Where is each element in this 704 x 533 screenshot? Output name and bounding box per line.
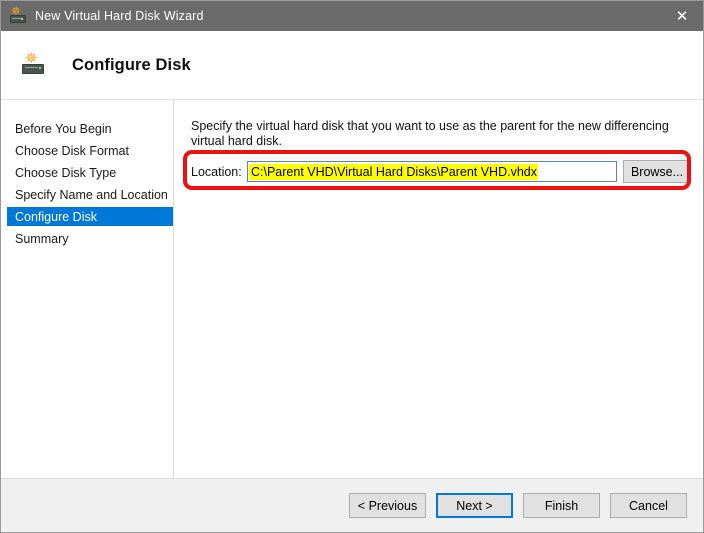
cancel-button[interactable]: Cancel bbox=[610, 493, 687, 518]
wizard-body: Before You Begin Choose Disk Format Choo… bbox=[1, 100, 703, 478]
location-input-value: C:\Parent VHD\Virtual Hard Disks\Parent … bbox=[249, 163, 538, 180]
starburst-icon: ✵ bbox=[25, 49, 38, 67]
disk-top-line-shape bbox=[25, 67, 38, 68]
virtual-hard-disk-icon: ✵ bbox=[10, 5, 26, 24]
sidebar-item-choose-disk-type[interactable]: Choose Disk Type bbox=[7, 163, 173, 182]
location-input[interactable]: C:\Parent VHD\Virtual Hard Disks\Parent … bbox=[247, 161, 617, 182]
disk-top-line-shape bbox=[12, 18, 21, 19]
disk-body-shape bbox=[10, 15, 26, 23]
disk-body-shape bbox=[22, 64, 44, 74]
wizard-footer: < Previous Next > Finish Cancel bbox=[1, 479, 703, 532]
footer-button-group: < Previous Next > Finish Cancel bbox=[349, 493, 687, 518]
wizard-steps-sidebar: Before You Begin Choose Disk Format Choo… bbox=[1, 100, 173, 478]
wizard-header: ✵ Configure Disk bbox=[1, 31, 703, 99]
wizard-window: ✵ New Virtual Hard Disk Wizard ✕ ✵ Confi… bbox=[0, 0, 704, 533]
sidebar-item-specify-name-and-location[interactable]: Specify Name and Location bbox=[7, 185, 173, 204]
title-bar: ✵ New Virtual Hard Disk Wizard ✕ bbox=[1, 1, 703, 31]
page-title: Configure Disk bbox=[72, 55, 191, 74]
previous-button[interactable]: < Previous bbox=[349, 493, 426, 518]
window-title: New Virtual Hard Disk Wizard bbox=[35, 9, 204, 23]
location-label: Location: bbox=[191, 164, 242, 179]
configure-disk-pane: Specify the virtual hard disk that you w… bbox=[174, 100, 703, 478]
finish-button[interactable]: Finish bbox=[523, 493, 600, 518]
virtual-hard-disk-icon: ✵ bbox=[22, 49, 44, 76]
pane-description: Specify the virtual hard disk that you w… bbox=[191, 119, 669, 148]
sidebar-item-summary[interactable]: Summary bbox=[7, 229, 173, 248]
sidebar-item-before-you-begin[interactable]: Before You Begin bbox=[7, 119, 173, 138]
next-button[interactable]: Next > bbox=[436, 493, 513, 518]
browse-button[interactable]: Browse... bbox=[623, 160, 691, 183]
sidebar-item-configure-disk[interactable]: Configure Disk bbox=[7, 207, 173, 226]
close-icon[interactable]: ✕ bbox=[659, 1, 703, 31]
location-field-row: Location: C:\Parent VHD\Virtual Hard Dis… bbox=[191, 160, 691, 183]
sidebar-item-choose-disk-format[interactable]: Choose Disk Format bbox=[7, 141, 173, 160]
